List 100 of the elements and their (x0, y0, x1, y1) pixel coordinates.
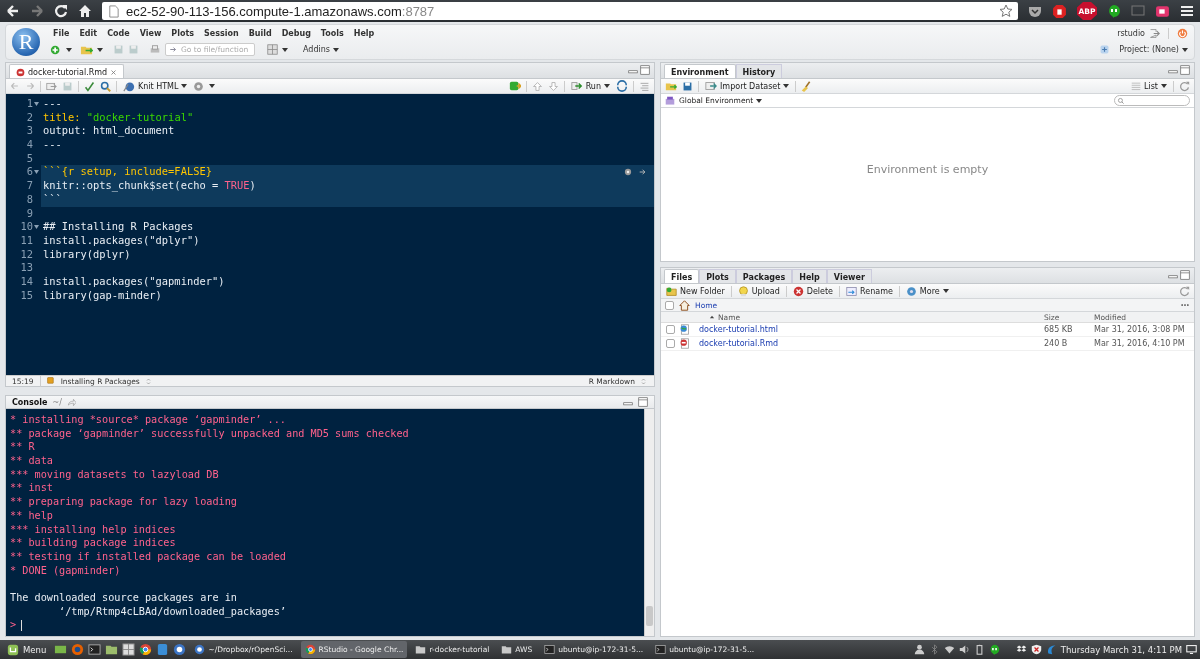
down-arrow-icon[interactable] (547, 80, 559, 92)
menu-item[interactable]: Edit (74, 29, 103, 38)
tab[interactable]: History (735, 64, 783, 78)
battery-icon[interactable] (973, 644, 985, 655)
forward-icon[interactable] (30, 4, 44, 18)
outline-icon[interactable] (639, 80, 650, 92)
file-link[interactable]: docker-tutorial.html (699, 325, 1044, 334)
checkbox[interactable] (666, 339, 675, 348)
menu-item[interactable]: Debug (276, 29, 316, 38)
tab[interactable]: Help (792, 269, 827, 283)
stop-hand-icon[interactable] (1052, 3, 1067, 19)
sign-out-icon[interactable] (1149, 28, 1160, 39)
r-app-icon[interactable] (173, 643, 187, 656)
address-bar[interactable]: ec2-52-90-113-156.compute-1.amazonaws.com:8787 (102, 2, 1018, 20)
show-desktop-icon[interactable] (54, 643, 68, 656)
checkbox[interactable] (666, 325, 675, 334)
refresh-icon[interactable] (1179, 80, 1190, 92)
reload-icon[interactable] (54, 4, 68, 18)
dropbox-icon[interactable] (1015, 644, 1027, 655)
menu-icon[interactable] (1180, 4, 1194, 18)
maximize-icon[interactable] (640, 64, 650, 75)
cast-icon[interactable] (1131, 4, 1145, 18)
new-file-icon[interactable] (50, 43, 62, 56)
volume-icon[interactable] (958, 644, 970, 655)
camera-icon[interactable] (1155, 3, 1170, 19)
rerun-icon[interactable] (616, 80, 628, 92)
app-icon[interactable] (156, 643, 170, 656)
console-line: The downloaded source packages are in (10, 591, 237, 603)
print-icon[interactable] (149, 43, 161, 56)
up-arrow-icon[interactable] (531, 80, 543, 92)
checkbox[interactable] (665, 300, 674, 310)
fold-icon[interactable] (34, 170, 39, 175)
save-icon[interactable] (682, 80, 693, 92)
menu-item[interactable]: View (134, 29, 167, 38)
screen-icon[interactable] (1186, 644, 1197, 655)
home-icon[interactable] (78, 4, 92, 18)
menu-item[interactable]: Tools (315, 29, 349, 38)
pocket-icon[interactable] (1028, 4, 1042, 18)
broom-icon[interactable] (801, 80, 813, 92)
toolbar-button[interactable]: Rename (845, 285, 894, 297)
code-line: library(gap-minder) (43, 288, 162, 303)
updown-icon (145, 377, 153, 385)
clock[interactable]: Thursday March 31, 4:11 PM (1060, 644, 1182, 655)
maximize-icon[interactable] (638, 397, 648, 407)
user-icon[interactable] (913, 644, 925, 655)
close-icon[interactable] (110, 68, 118, 76)
more-menu[interactable]: More (904, 285, 950, 297)
fold-icon[interactable] (34, 101, 39, 106)
wifi-icon[interactable] (943, 644, 955, 655)
project-menu[interactable]: Project: (None) (1114, 45, 1188, 54)
toolbar-button[interactable]: Upload (736, 285, 781, 297)
star-icon[interactable] (999, 4, 1013, 18)
view-mode-menu[interactable]: List (1130, 81, 1168, 91)
menu-item[interactable]: Build (243, 29, 277, 38)
maximize-icon[interactable] (1180, 64, 1190, 75)
shield-icon[interactable] (1030, 644, 1042, 655)
tab[interactable]: Packages (735, 269, 793, 283)
menu-item[interactable]: Help (348, 29, 380, 38)
show-in-window-icon[interactable] (46, 80, 57, 92)
menu-item[interactable]: File (48, 29, 75, 38)
console-tab[interactable]: Console (12, 397, 48, 407)
menu-item[interactable]: Session (198, 29, 244, 38)
refresh-icon[interactable] (1179, 285, 1190, 297)
browser-icon[interactable] (139, 643, 153, 656)
start-menu[interactable]: Menu (3, 643, 51, 656)
firefox-icon[interactable] (71, 643, 85, 656)
menu-item[interactable]: Plots (166, 29, 199, 38)
tab[interactable]: Files (664, 269, 700, 283)
addins-menu[interactable]: Addins (298, 45, 344, 54)
run-button[interactable]: Run (569, 80, 611, 92)
grid-icon[interactable] (267, 44, 278, 55)
file-tab[interactable]: docker-tutorial.Rmd (9, 64, 125, 78)
code-line: install.packages("gapminder") (43, 274, 225, 289)
toolbar-button[interactable]: New Folder (665, 285, 726, 297)
folder-icon[interactable] (105, 643, 119, 656)
chat-bubble-icon[interactable] (988, 644, 1000, 655)
run-chunk-icon[interactable] (638, 168, 646, 177)
settings-icon[interactable] (193, 80, 205, 92)
chat-bubble-icon[interactable] (1107, 4, 1121, 18)
file-link[interactable]: docker-tutorial.Rmd (699, 339, 1044, 348)
toolbar-button[interactable]: Delete (791, 285, 835, 297)
chunk-options-icon[interactable] (624, 168, 632, 177)
search-icon[interactable] (100, 80, 111, 92)
spellcheck-icon[interactable] (84, 80, 95, 92)
go-to-directory-icon[interactable] (66, 397, 76, 407)
menu-item[interactable]: Code (102, 29, 135, 38)
load-workspace-icon[interactable] (665, 80, 677, 92)
maximize-icon[interactable] (1180, 269, 1190, 280)
knit-button[interactable]: Knit HTML (122, 80, 189, 92)
import-dataset-button[interactable]: Import Dataset (704, 80, 791, 92)
terminal-icon[interactable] (88, 643, 102, 656)
search-field[interactable] (1114, 95, 1190, 106)
import-icon (705, 80, 717, 92)
tab[interactable]: Plots (699, 269, 736, 283)
tab[interactable]: Viewer (826, 269, 872, 283)
power-icon[interactable] (1177, 28, 1188, 39)
fold-icon[interactable] (34, 225, 39, 230)
tab[interactable]: Environment (664, 64, 736, 78)
insert-chunk-icon[interactable] (508, 80, 521, 92)
search-icon (1117, 96, 1125, 105)
